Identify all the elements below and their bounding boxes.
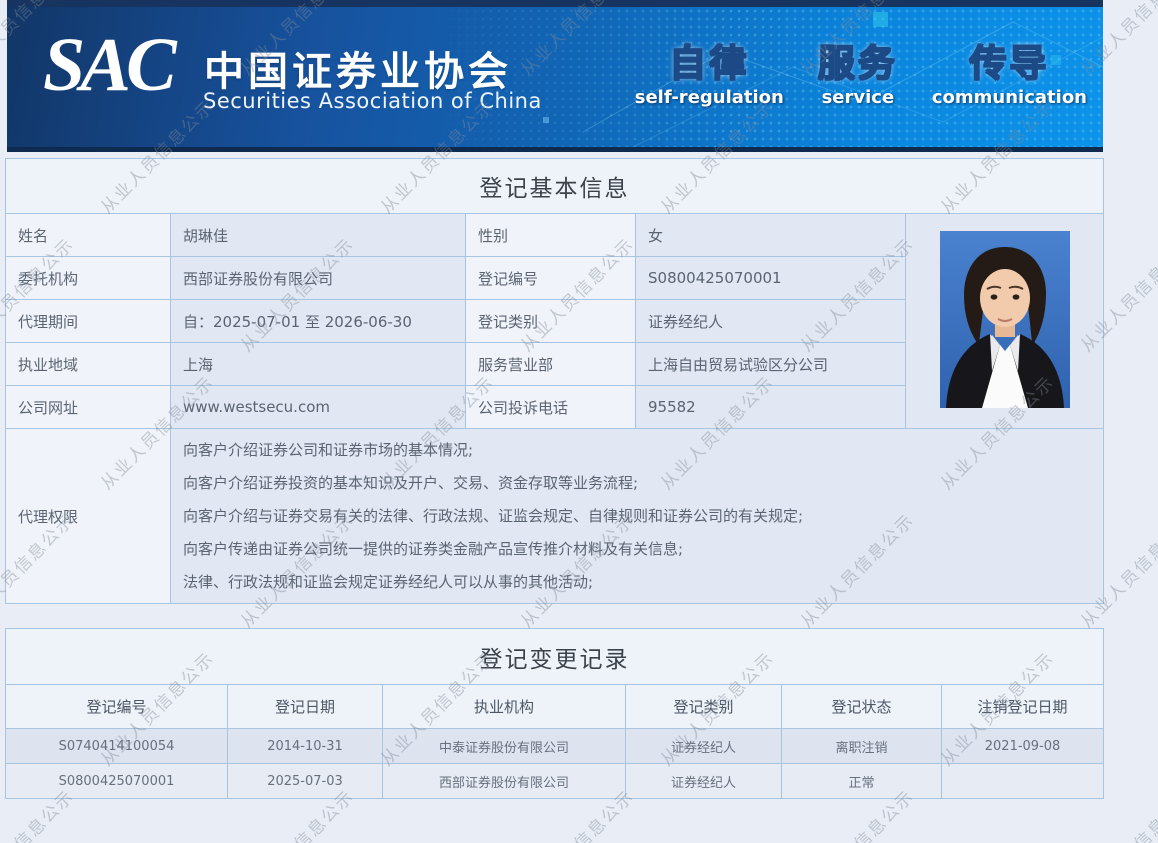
change-records-table: 登记变更记录 登记编号 登记日期 执业机构 登记类别 登记状态 注销登记日期 S…	[5, 628, 1104, 799]
change-record-row: S0740414100054 2014-10-31 中泰证券股份有限公司 证券经…	[6, 729, 1104, 764]
col-header-practice-org: 执业机构	[383, 685, 626, 729]
cell-cancellation-date	[942, 764, 1104, 799]
banner-body: SAC 中国证券业协会 Securities Association of Ch…	[7, 7, 1103, 147]
value-gender: 女	[636, 214, 906, 257]
cell-practice-org: 中泰证券股份有限公司	[383, 729, 626, 764]
authority-line: 向客户传递由证券公司统一提供的证券类金融产品宣传推介材料及有关信息;	[183, 533, 1103, 566]
cell-registration-status: 离职注销	[782, 729, 942, 764]
value-complaint-phone: 95582	[636, 386, 906, 429]
cell-registration-category: 证券经纪人	[626, 764, 782, 799]
slogan-en-self-regulation: self-regulation	[635, 87, 784, 108]
label-name: 姓名	[6, 214, 171, 257]
value-registration-no: S0800425070001	[636, 257, 906, 300]
value-service-branch: 上海自由贸易试验区分公司	[636, 343, 906, 386]
slogan-en-communication: communication	[932, 87, 1087, 108]
sac-logo: SAC	[43, 27, 172, 103]
basic-info-title: 登记基本信息	[6, 159, 1104, 214]
authority-line: 向客户介绍证券公司和证券市场的基本情况;	[183, 434, 1103, 467]
col-header-registration-status: 登记状态	[782, 685, 942, 729]
value-practice-region: 上海	[171, 343, 466, 386]
org-name-english: Securities Association of China	[203, 89, 542, 113]
cell-practice-org: 西部证券股份有限公司	[383, 764, 626, 799]
label-registration-no: 登记编号	[466, 257, 636, 300]
banner-top-strip	[7, 0, 1103, 7]
slogan-zh-fuwu: 服务	[818, 43, 898, 86]
authority-line: 向客户介绍与证券交易有关的法律、行政法规、证监会规定、自律规则和证券公司的有关规…	[183, 500, 1103, 533]
cell-registration-no: S0740414100054	[6, 729, 228, 764]
slogan-en-service: service	[822, 87, 895, 108]
label-company-website: 公司网址	[6, 386, 171, 429]
sac-registration-page: SAC 中国证券业协会 Securities Association of Ch…	[0, 0, 1158, 843]
value-company-website: www.westsecu.com	[171, 386, 466, 429]
col-header-registration-date: 登记日期	[228, 685, 383, 729]
label-practice-region: 执业地域	[6, 343, 171, 386]
slogan-zh-zilv: 自律	[669, 43, 749, 86]
cell-registration-date: 2014-10-31	[228, 729, 383, 764]
label-gender: 性别	[466, 214, 636, 257]
value-agency-authority: 向客户介绍证券公司和证券市场的基本情况; 向客户介绍证券投资的基本知识及开户、交…	[171, 429, 1104, 604]
change-record-row: S0800425070001 2025-07-03 西部证券股份有限公司 证券经…	[6, 764, 1104, 799]
label-registration-category: 登记类别	[466, 300, 636, 343]
header-banner: SAC 中国证券业协会 Securities Association of Ch…	[7, 0, 1103, 152]
portrait-photo	[940, 231, 1070, 408]
label-complaint-phone: 公司投诉电话	[466, 386, 636, 429]
change-records-header-row: 登记编号 登记日期 执业机构 登记类别 登记状态 注销登记日期	[6, 685, 1104, 729]
value-registration-category: 证券经纪人	[636, 300, 906, 343]
slogan-col-communication: 传导 communication	[932, 43, 1087, 108]
slogan-col-service: 服务 service	[818, 43, 898, 108]
col-header-cancellation-date: 注销登记日期	[942, 685, 1104, 729]
slogan-zh-chuandao: 传导	[969, 43, 1049, 86]
change-records-title: 登记变更记录	[6, 629, 1104, 685]
cell-registration-date: 2025-07-03	[228, 764, 383, 799]
label-agency-period: 代理期间	[6, 300, 171, 343]
col-header-registration-category: 登记类别	[626, 685, 782, 729]
slogan-block: 自律 self-regulation 服务 service 传导 communi…	[635, 43, 1087, 108]
authority-line: 法律、行政法规和证监会规定证券经纪人可以从事的其他活动;	[183, 566, 1103, 599]
cell-registration-category: 证券经纪人	[626, 729, 782, 764]
cell-registration-status: 正常	[782, 764, 942, 799]
value-name: 胡琳佳	[171, 214, 466, 257]
cell-registration-no: S0800425070001	[6, 764, 228, 799]
label-service-branch: 服务营业部	[466, 343, 636, 386]
photo-cell	[906, 214, 1104, 429]
basic-info-table: 登记基本信息 姓名 胡琳佳 性别 女	[5, 158, 1104, 604]
label-agency-authority: 代理权限	[6, 429, 171, 604]
slogan-col-self-regulation: 自律 self-regulation	[635, 43, 784, 108]
value-agency-period: 自：2025-07-01 至 2026-06-30	[171, 300, 466, 343]
col-header-registration-no: 登记编号	[6, 685, 228, 729]
label-entrusting-org: 委托机构	[6, 257, 171, 300]
authority-line: 向客户介绍证券投资的基本知识及开户、交易、资金存取等业务流程;	[183, 467, 1103, 500]
cell-cancellation-date: 2021-09-08	[942, 729, 1104, 764]
banner-bottom-strip	[7, 147, 1103, 152]
value-entrusting-org: 西部证券股份有限公司	[171, 257, 466, 300]
